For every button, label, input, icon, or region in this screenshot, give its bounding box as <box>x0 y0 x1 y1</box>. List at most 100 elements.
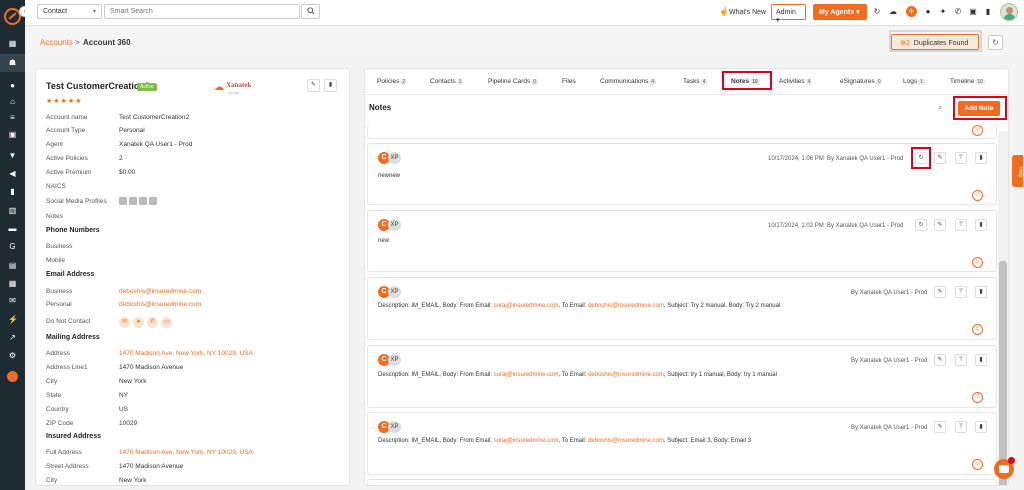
dashboard-icon[interactable]: ▦ <box>8 40 17 48</box>
g-icon[interactable]: G <box>8 243 17 251</box>
notes-search-icon[interactable]: ⌕ <box>938 103 942 113</box>
note-delete-button[interactable]: ▮ <box>975 354 987 366</box>
tab-policies[interactable]: Policies 2 <box>377 78 408 85</box>
note-edit-button[interactable]: ✎ <box>934 286 946 298</box>
note-delete-button[interactable]: ▮ <box>975 286 987 298</box>
sync-icon[interactable]: ↻ <box>873 8 881 16</box>
role-select[interactable]: Admin ▾ <box>771 4 806 24</box>
tab-pipeline-cards[interactable]: Pipeline Cards 0 <box>488 78 539 85</box>
help-circle-icon[interactable] <box>7 371 18 382</box>
linkedin-icon[interactable] <box>119 197 127 205</box>
calendar-icon[interactable]: ▦ <box>8 280 17 288</box>
scrollbar-thumb[interactable] <box>999 261 1007 485</box>
help-tab[interactable]: Help <box>1012 155 1023 187</box>
trash-icon: ▮ <box>979 289 983 295</box>
note-author: By Xanatek QA User1 - Prod <box>827 156 904 162</box>
field-value[interactable]: 1470 Madison Ave, New York, NY 10029, US… <box>119 350 253 357</box>
reaction-icon[interactable]: ☺ <box>972 392 983 403</box>
facebook-icon[interactable] <box>129 197 137 205</box>
phone-icon[interactable]: ✆ <box>147 317 158 328</box>
megaphone-icon[interactable]: ◀ <box>8 170 17 178</box>
tab-communications[interactable]: Communications 4 <box>600 78 657 85</box>
trend-icon[interactable]: ↗ <box>8 334 17 342</box>
field-label: NAICS <box>46 183 66 190</box>
note-delete-button[interactable]: ▮ <box>975 421 987 433</box>
bank-icon[interactable]: ⌂ <box>8 98 17 106</box>
quick-add-icon[interactable]: + <box>906 6 917 17</box>
search-button[interactable] <box>301 4 320 19</box>
tab-files[interactable]: Files <box>562 78 576 85</box>
note-author-avatar: C XP <box>378 219 401 233</box>
reaction-icon[interactable]: ☺ <box>972 459 983 470</box>
reaction-icon[interactable]: ☺ <box>972 125 983 136</box>
chip-icon[interactable]: ▣ <box>969 8 977 16</box>
search-type-select[interactable]: Contact ▾ <box>37 4 102 19</box>
business-email-link[interactable]: deboshis@insuredmine.com <box>119 288 201 295</box>
globe-icon[interactable] <box>149 197 157 205</box>
note-pin-button[interactable]: ⊤ <box>955 354 967 366</box>
rating-stars[interactable]: ★★★★★ <box>46 97 82 105</box>
note-delete-button[interactable]: ▮ <box>975 152 987 164</box>
tab-activities[interactable]: Activities 4 <box>779 78 813 85</box>
mail-icon[interactable]: ✉ <box>8 297 17 305</box>
breadcrumb-accounts-link[interactable]: Accounts <box>40 38 73 47</box>
note-pin-button[interactable]: ⊤ <box>955 219 967 231</box>
reaction-icon[interactable]: ☺ <box>972 324 983 335</box>
star-icon[interactable]: ✦ <box>939 8 947 16</box>
refresh-button[interactable]: ↻ <box>988 35 1003 50</box>
bar-chart-icon[interactable]: ▥ <box>8 207 17 215</box>
note-pin-button[interactable]: ⊤ <box>955 286 967 298</box>
my-agents-button[interactable]: My Agents ▾ <box>813 4 867 20</box>
filter-icon[interactable]: ▼ <box>8 152 17 160</box>
personal-email-link[interactable]: deboshis@insuredmine.com <box>119 301 201 308</box>
from-email-link[interactable]: suraj@insuredmine.com <box>494 303 559 309</box>
document-icon[interactable]: ▮ <box>8 188 17 196</box>
notes-scrollbar[interactable] <box>998 131 1008 485</box>
cloud-icon[interactable]: ☁ <box>889 8 897 16</box>
note-pin-button[interactable]: ⊤ <box>955 152 967 164</box>
smart-search-input[interactable] <box>104 4 300 19</box>
clipboard-icon[interactable]: ▤ <box>8 262 17 270</box>
mail-icon[interactable]: ▭ <box>161 317 172 328</box>
reaction-icon[interactable]: ☺ <box>972 190 983 201</box>
to-email-link[interactable]: deboshis@insuredmine.com <box>588 438 664 444</box>
note-delete-button[interactable]: ▮ <box>975 219 987 231</box>
field-value[interactable]: 1470 Madison Ave, New York, NY 10029, US… <box>119 449 253 456</box>
contacts-icon[interactable]: ● <box>8 82 17 90</box>
note-edit-button[interactable]: ✎ <box>934 152 946 164</box>
settings-icon[interactable]: ⚙ <box>8 352 17 360</box>
to-email-link[interactable]: deboshis@insuredmine.com <box>588 303 664 309</box>
from-email-link[interactable]: suraj@insuredmine.com <box>494 372 559 378</box>
contact-card-icon[interactable]: ▣ <box>8 131 17 139</box>
email-icon[interactable]: ✉ <box>119 317 130 328</box>
tab-contacts[interactable]: Contacts 1 <box>430 78 464 85</box>
note-edit-button[interactable]: ✎ <box>934 354 946 366</box>
battery-icon[interactable]: ▮ <box>984 8 992 16</box>
note-edit-button[interactable]: ✎ <box>934 421 946 433</box>
from-email-link[interactable]: suraj@insuredmine.com <box>494 438 559 444</box>
routing-icon[interactable]: ⚡ <box>8 316 18 324</box>
page-title: Account 360 <box>83 38 131 47</box>
note-card: C XP 10/17/2024, 1:06 PM By Xanatek QA Us… <box>367 143 997 205</box>
reaction-icon[interactable]: ☺ <box>972 257 983 268</box>
note-pin-button[interactable]: ⊤ <box>955 421 967 433</box>
note-sync-button[interactable]: ↻ <box>915 219 927 231</box>
notification-icon[interactable]: ● <box>924 8 932 16</box>
to-email-link[interactable]: deboshis@insuredmine.com <box>588 372 664 378</box>
accounts-nav[interactable]: ☗ <box>0 54 25 72</box>
tab-timeline[interactable]: Timeline 10 <box>950 78 985 85</box>
user-avatar[interactable] <box>1000 3 1018 21</box>
twitter-icon[interactable] <box>139 197 147 205</box>
chat-widget-button[interactable] <box>994 457 1015 479</box>
edit-account-button[interactable]: ✎ <box>307 79 320 92</box>
tab-logs[interactable]: Logs 1 <box>903 78 925 85</box>
delete-account-button[interactable]: ▮ <box>324 79 337 92</box>
list-icon[interactable]: ≡ <box>8 114 17 122</box>
folder-icon[interactable]: ▬ <box>8 225 17 233</box>
tab-esignatures[interactable]: eSignatures 0 <box>840 78 883 85</box>
phone-icon[interactable]: ✆ <box>954 8 962 16</box>
chat-icon[interactable]: ● <box>133 317 144 328</box>
tab-tasks[interactable]: Tasks 4 <box>683 78 708 85</box>
whats-new-link[interactable]: ☝What's New <box>719 7 766 16</box>
note-edit-button[interactable]: ✎ <box>934 219 946 231</box>
